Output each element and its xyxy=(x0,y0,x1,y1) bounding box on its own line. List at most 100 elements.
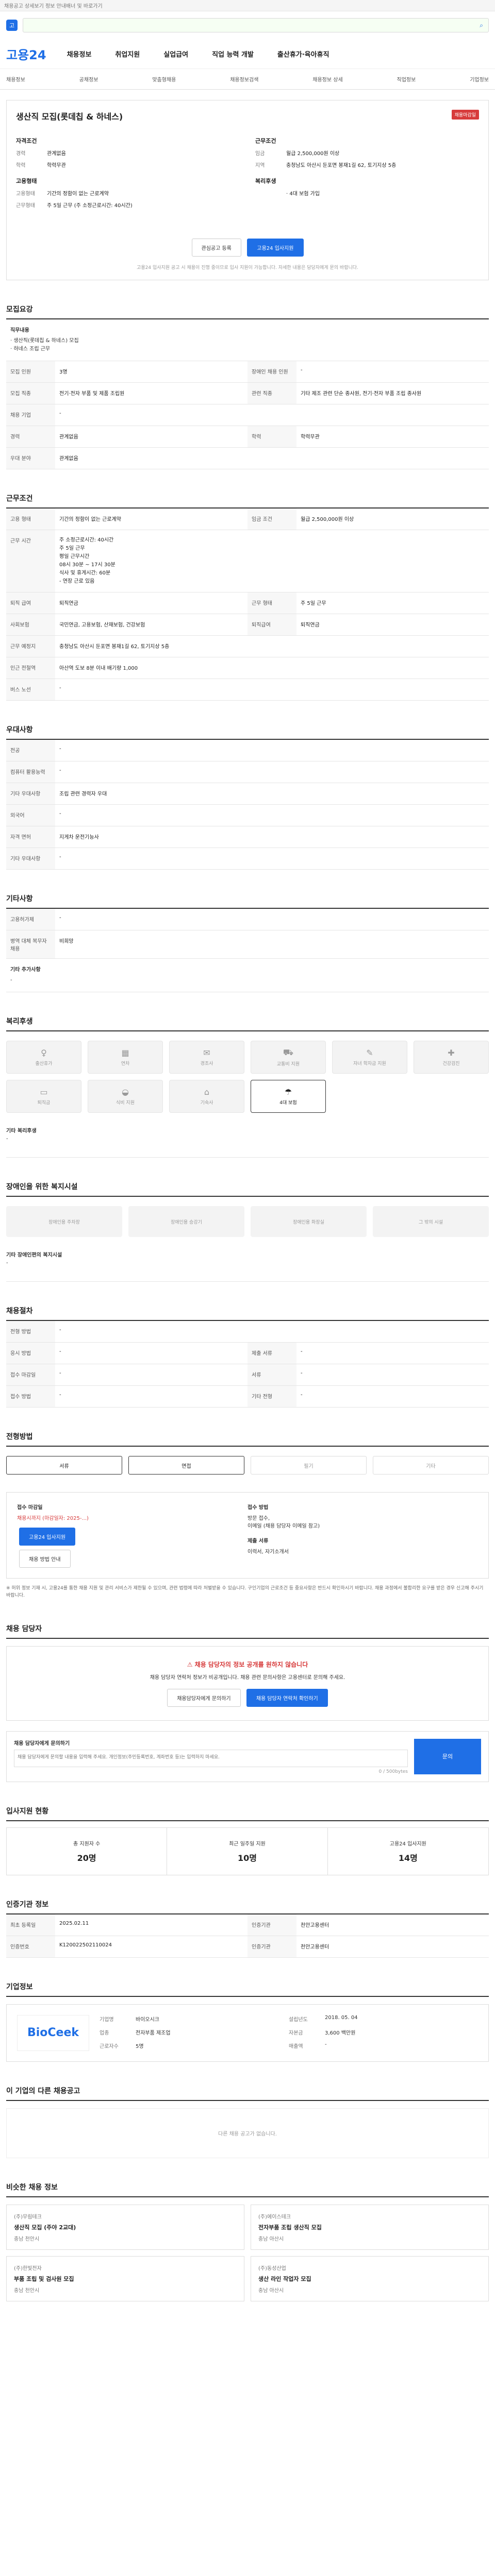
contact-check-button[interactable]: 채용 담당자 연락처 확인하기 xyxy=(246,1688,328,1707)
interest-button[interactable]: 관심공고 등록 xyxy=(191,239,241,257)
recommend-card[interactable]: (주)에이스테크 전자부품 조립 생산직 모집 충남 아산시 xyxy=(251,2204,489,2250)
cell-key: 장애인 채용 인원 xyxy=(248,361,296,382)
search-icon[interactable]: ⌕ xyxy=(480,22,483,29)
cell-key: 퇴직급여 xyxy=(248,614,296,635)
subnav-item[interactable]: 맞춤형채용 xyxy=(152,75,176,83)
cell-key: 기타 우대사항 xyxy=(6,848,55,869)
cell-value: 비희망 xyxy=(59,939,74,944)
summary-value: 학력무관 xyxy=(47,163,66,168)
apply-button[interactable]: 고용24 입사지원 xyxy=(247,239,304,257)
summary-key: 학력 xyxy=(16,163,26,168)
welfare-tile: ▭ 퇴직금 xyxy=(6,1080,81,1113)
method-document: 서류 xyxy=(6,1456,122,1475)
welfare-tile: ✉ 경조사 xyxy=(169,1041,244,1074)
cell-key: 근무 예정지 xyxy=(6,636,55,657)
cell-value: 주 소정근로시간: 40시간 주 5일 근무 평일 근무시간 08시 30분 ~… xyxy=(59,537,116,584)
stat-value: 14명 xyxy=(398,1853,418,1863)
subnav-item[interactable]: 채용정보 상세 xyxy=(312,75,342,83)
question-textarea[interactable] xyxy=(14,1749,408,1767)
rec-title[interactable]: 전자부품 조립 생산직 모집 xyxy=(258,2223,481,2231)
nav-item-jobs[interactable]: 채용정보 xyxy=(67,49,92,59)
cell-key: 전형 방법 xyxy=(6,1321,55,1342)
cell-value: 관계없음 xyxy=(59,456,78,462)
site-logo[interactable]: 고 xyxy=(6,20,18,31)
method-interview: 면접 xyxy=(128,1456,244,1475)
apply-heading: 제출 서류 xyxy=(248,1538,269,1544)
nav-item-training[interactable]: 직업 능력 개발 xyxy=(212,49,254,59)
global-nav: 고용24 채용정보 취업지원 실업급여 직업 능력 개발 출산휴가·육아휴직 xyxy=(0,39,495,69)
cell-value: 관계없음 xyxy=(59,434,78,440)
subnav-item[interactable]: 채용정보검색 xyxy=(230,75,258,83)
table-row: 버스 노선 - xyxy=(6,679,489,701)
cell-value: - xyxy=(59,746,61,752)
summary-value: 주 5일 근무 (주 소정근로시간: 40시간) xyxy=(47,203,133,209)
contact-inquiry-button[interactable]: 채용담당자에게 문의하기 xyxy=(167,1688,241,1707)
wallet-icon: ▭ xyxy=(40,1087,48,1097)
table-row: 인근 전철역 아산역 도보 8분 이내 배기량 1,000 xyxy=(6,657,489,679)
cell-value: - xyxy=(59,854,61,860)
search-input[interactable] xyxy=(28,22,480,28)
cell-value: 2025.02.11 xyxy=(59,1920,89,1926)
cell-value: 기간의 정함이 없는 근로계약 xyxy=(59,517,121,522)
footer-space xyxy=(6,2301,489,2332)
brand-logo[interactable]: 고용24 xyxy=(6,45,46,63)
cell-value: 5명 xyxy=(136,2043,144,2049)
home-icon: ⌂ xyxy=(204,1087,210,1097)
recommend-card[interactable]: (주)동성산업 생산 라인 작업자 모집 충남 아산시 xyxy=(251,2256,489,2301)
table-row: 자격 면허 지게차 운전기능사 xyxy=(6,826,489,848)
welfare-tile: ⛟ 교통비 지원 xyxy=(251,1041,326,1074)
apply-guide-button[interactable]: 채용 방법 안내 xyxy=(19,1550,71,1568)
table-row: 접수 마감일 - 서류 - xyxy=(6,1364,489,1386)
rec-title[interactable]: 부품 조립 및 검사원 모집 xyxy=(14,2275,237,2283)
nav-item-support[interactable]: 취업지원 xyxy=(115,49,140,59)
section-title: 기타사항 xyxy=(6,893,489,909)
rec-title[interactable]: 생산 라인 작업자 모집 xyxy=(258,2275,481,2283)
cell-value: 퇴직연금 xyxy=(301,622,320,628)
table-row: 우대 분야 관계없음 xyxy=(6,448,489,469)
apply-button[interactable]: 고용24 입사지원 xyxy=(19,1528,76,1546)
rec-location: 충남 아산시 xyxy=(258,2287,284,2294)
stat-label: 최근 일주일 지원 xyxy=(229,1841,266,1847)
cell-key: 외국어 xyxy=(6,805,55,826)
table-row: 채용 기업 - xyxy=(6,404,489,426)
apply-methods: 방문 접수, 이메일 (채용 담당자 이메일 참고) xyxy=(248,1516,320,1529)
nav-item-parental[interactable]: 출산휴가·육아휴직 xyxy=(277,49,329,59)
rec-title[interactable]: 생산직 모집 (주야 2교대) xyxy=(14,2223,237,2231)
cell-key: 인증번호 xyxy=(6,1936,55,1957)
recommend-card[interactable]: (주)무림테크 생산직 모집 (주야 2교대) 충남 천안시 xyxy=(6,2204,244,2250)
table-row: 근무 시간 주 소정근로시간: 40시간 주 5일 근무 평일 근무시간 08시 … xyxy=(6,530,489,592)
section-title: 우대사항 xyxy=(6,724,489,740)
welfare-etc: 기타 복리후생 - xyxy=(6,1122,489,1158)
cell-value: - xyxy=(59,915,61,921)
search-box[interactable]: ⌕ xyxy=(23,18,489,32)
subnav-item[interactable]: 공채정보 xyxy=(79,75,98,83)
table-row: 인증번호 K120022502110024 인증기관 천안고용센터 xyxy=(6,1936,489,1958)
cell-value: 전기·전자 부품 및 제품 조립원 xyxy=(59,391,125,397)
disabled-etc-label: 기타 장애인편의 복지시설 xyxy=(6,1252,62,1258)
cell-value: 월급 2,500,000원 이상 xyxy=(301,517,354,522)
nav-item-unemployment[interactable]: 실업급여 xyxy=(163,49,188,59)
welfare-label: 4대 보험 xyxy=(279,1100,297,1106)
cell-key: 자격 면허 xyxy=(6,826,55,848)
apply-note: 고용24 입사지원 공고 시 채용이 진행 중이므로 입사 지원이 가능합니다.… xyxy=(137,265,358,270)
subnav-item[interactable]: 직업정보 xyxy=(397,75,416,83)
cell-key: 자본금 xyxy=(289,2030,303,2036)
apply-right: 접수 방법 방문 접수, 이메일 (채용 담당자 이메일 참고) 제출 서류 이… xyxy=(248,1503,478,1568)
question-submit-button[interactable]: 문의 xyxy=(414,1738,481,1774)
section-title: 기업정보 xyxy=(6,1981,489,1997)
cell-value: - xyxy=(59,685,61,691)
summary-key: 경력 xyxy=(16,151,26,157)
table-row: 전공 - xyxy=(6,740,489,761)
table-row: 접수 방법 - 기타 전형 - xyxy=(6,1386,489,1408)
cell-key: 설립년도 xyxy=(289,2016,308,2023)
cell-key: 기타 우대사항 xyxy=(6,783,55,804)
cell-key: 모집 직종 xyxy=(6,383,55,404)
subnav-item[interactable]: 기업정보 xyxy=(470,75,489,83)
cell-key: 접수 방법 xyxy=(6,1386,55,1407)
subnav-item[interactable]: 채용정보 xyxy=(6,75,25,83)
company-section: 기업정보 BioCeek 기업명 바이오시크 설립년도 2018. 05. 04 업종… xyxy=(6,1981,489,2062)
cell-key: 채용 기업 xyxy=(6,404,55,426)
recommend-card[interactable]: (주)한빛전자 부품 조립 및 검사원 모집 충남 천안시 xyxy=(6,2256,244,2301)
info-section: 인증기관 정보 최초 등록일 2025.02.11 인증기관 천안고용센터 인증번호 K… xyxy=(6,1899,489,1958)
section-title: 이 기업의 다른 채용공고 xyxy=(6,2086,489,2101)
